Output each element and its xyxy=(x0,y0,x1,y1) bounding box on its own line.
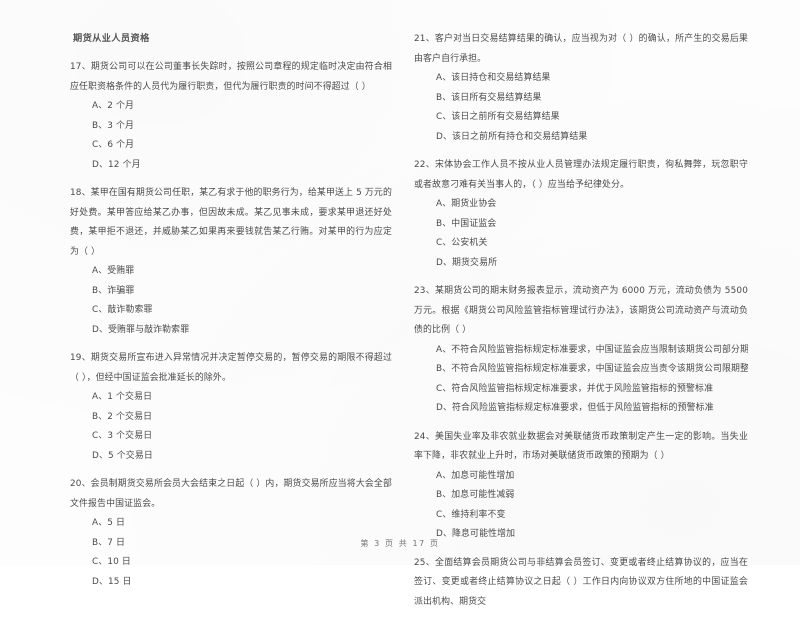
option-c[interactable]: C、维持利率不变 xyxy=(414,506,748,526)
option-a[interactable]: A、1 个交易日 xyxy=(70,388,392,408)
option-d[interactable]: D、受贿罪与敲诈勒索罪 xyxy=(70,321,392,341)
option-b[interactable]: B、3 个月 xyxy=(70,117,392,137)
option-c[interactable]: C、6 个月 xyxy=(70,136,392,156)
option-c[interactable]: C、公安机关 xyxy=(414,234,748,254)
right-column: 21、客户对当日交易结算结果的确认，应当视为对（ ）的确认，所产生的交易后果由客… xyxy=(400,30,800,621)
question-block: 18、某甲在国有期货公司任职，某乙有求于他的职务行为，给某甲送上 5 万元的好处… xyxy=(70,184,392,340)
question-stem: 19、期货交易所宣布进入异常情况并决定暂停交易的，暂停交易的期限不得超过（ ），… xyxy=(70,353,392,383)
option-d[interactable]: D、12 个月 xyxy=(70,156,392,176)
question-block: 17、期货公司可以在公司董事长失踪时，按照公司章程的规定临时决定由符合相应任职资… xyxy=(70,58,392,175)
question-options: A、受贿罪 B、诈骗罪 C、敲诈勒索罪 D、受贿罪与敲诈勒索罪 xyxy=(70,262,392,340)
option-b[interactable]: B、加息可能性减弱 xyxy=(414,486,748,506)
question-options: A、该日持仓和交易结算结果 B、该日所有交易结算结果 C、该日之前所有交易结算结… xyxy=(414,69,748,147)
question-options: A、5 日 B、7 日 C、10 日 D、15 日 xyxy=(70,514,392,592)
option-b[interactable]: B、不符合风险监管指标规定标准要求，中国证监会应当责令该期货公司限期整改 xyxy=(414,360,748,380)
question-options: A、2 个月 B、3 个月 C、6 个月 D、12 个月 xyxy=(70,97,392,175)
question-block: 21、客户对当日交易结算结果的确认，应当视为对（ ）的确认，所产生的交易后果由客… xyxy=(414,30,748,147)
question-stem: 23、某期货公司的期末财务报表显示，流动资产为 6000 万元，流动负债为 55… xyxy=(414,286,748,335)
question-block: 25、全面结算会员期货公司与非结算会员签订、变更或者终止结算协议的，应当在签订、… xyxy=(414,554,748,613)
scanned-exam-page: 期货从业人员资格 17、期货公司可以在公司董事长失踪时，按照公司章程的规定临时决… xyxy=(0,0,800,607)
question-block: 19、期货交易所宣布进入异常情况并决定暂停交易的，暂停交易的期限不得超过（ ），… xyxy=(70,349,392,466)
question-stem: 25、全面结算会员期货公司与非结算会员签订、变更或者终止结算协议的，应当在签订、… xyxy=(414,557,748,607)
option-b[interactable]: B、该日所有交易结算结果 xyxy=(414,89,748,109)
option-a[interactable]: A、不符合风险监管指标规定标准要求，中国证监会应当限制该期货公司部分期货业务 xyxy=(414,341,748,361)
option-b[interactable]: B、中国证监会 xyxy=(414,215,748,235)
option-d[interactable]: D、15 日 xyxy=(70,573,392,593)
question-block: 24、美国失业率及非农就业数据会对美联储货币政策制定产生一定的影响。当失业率下降… xyxy=(414,428,748,545)
page-footer: 第 3 页 共 17 页 xyxy=(360,539,440,548)
document-header: 期货从业人员资格 xyxy=(73,33,150,44)
option-a[interactable]: A、该日持仓和交易结算结果 xyxy=(414,69,748,89)
question-stem: 18、某甲在国有期货公司任职，某乙有求于他的职务行为，给某甲送上 5 万元的好处… xyxy=(70,188,392,257)
option-d[interactable]: D、符合风险监管指标规定标准要求，但低于风险监管指标的预警标准 xyxy=(414,399,748,419)
option-c[interactable]: C、敲诈勒索罪 xyxy=(70,301,392,321)
option-c[interactable]: C、10 日 xyxy=(70,553,392,573)
option-b[interactable]: B、诈骗罪 xyxy=(70,282,392,302)
option-c[interactable]: C、符合风险监管指标规定标准要求，并优于风险监管指标的预警标准 xyxy=(414,380,748,400)
question-block: 20、会员制期货交易所会员大会结束之日起（ ）内，期货交易所应当将大会全部文件报… xyxy=(70,475,392,592)
question-stem: 22、宋体协会工作人员不按从业人员管理办法规定履行职责，徇私舞弊，玩忽职守或者故… xyxy=(414,160,748,190)
option-c[interactable]: C、3 个交易日 xyxy=(70,427,392,447)
question-options: A、不符合风险监管指标规定标准要求，中国证监会应当限制该期货公司部分期货业务 B… xyxy=(414,341,748,419)
option-a[interactable]: A、期货业协会 xyxy=(414,195,748,215)
option-c[interactable]: C、该日之前所有交易结算结果 xyxy=(414,108,748,128)
option-b[interactable]: B、2 个交易日 xyxy=(70,408,392,428)
option-a[interactable]: A、5 日 xyxy=(70,514,392,534)
question-options: A、1 个交易日 B、2 个交易日 C、3 个交易日 D、5 个交易日 xyxy=(70,388,392,466)
left-column: 期货从业人员资格 17、期货公司可以在公司董事长失踪时，按照公司章程的规定临时决… xyxy=(0,30,400,621)
question-block: 23、某期货公司的期末财务报表显示，流动资产为 6000 万元，流动负债为 55… xyxy=(414,282,748,419)
option-a[interactable]: A、受贿罪 xyxy=(70,262,392,282)
question-stem: 24、美国失业率及非农就业数据会对美联储货币政策制定产生一定的影响。当失业率下降… xyxy=(414,431,748,462)
question-options: A、期货业协会 B、中国证监会 C、公安机关 D、期货交易所 xyxy=(414,195,748,273)
page-columns: 期货从业人员资格 17、期货公司可以在公司董事长失踪时，按照公司章程的规定临时决… xyxy=(0,30,800,621)
question-stem: 21、客户对当日交易结算结果的确认，应当视为对（ ）的确认，所产生的交易后果由客… xyxy=(414,34,748,64)
question-options: A、加息可能性增加 B、加息可能性减弱 C、维持利率不变 D、降息可能性增加 xyxy=(414,467,748,545)
option-d[interactable]: D、期货交易所 xyxy=(414,254,748,274)
option-a[interactable]: A、加息可能性增加 xyxy=(414,467,748,487)
option-a[interactable]: A、2 个月 xyxy=(70,97,392,117)
question-stem: 20、会员制期货交易所会员大会结束之日起（ ）内，期货交易所应当将大会全部文件报… xyxy=(70,479,392,509)
option-d[interactable]: D、5 个交易日 xyxy=(70,447,392,467)
option-d[interactable]: D、该日之前所有持仓和交易结算结果 xyxy=(414,128,748,148)
question-stem: 17、期货公司可以在公司董事长失踪时，按照公司章程的规定临时决定由符合相应任职资… xyxy=(70,62,392,92)
question-block: 22、宋体协会工作人员不按从业人员管理办法规定履行职责，徇私舞弊，玩忽职守或者故… xyxy=(414,156,748,273)
